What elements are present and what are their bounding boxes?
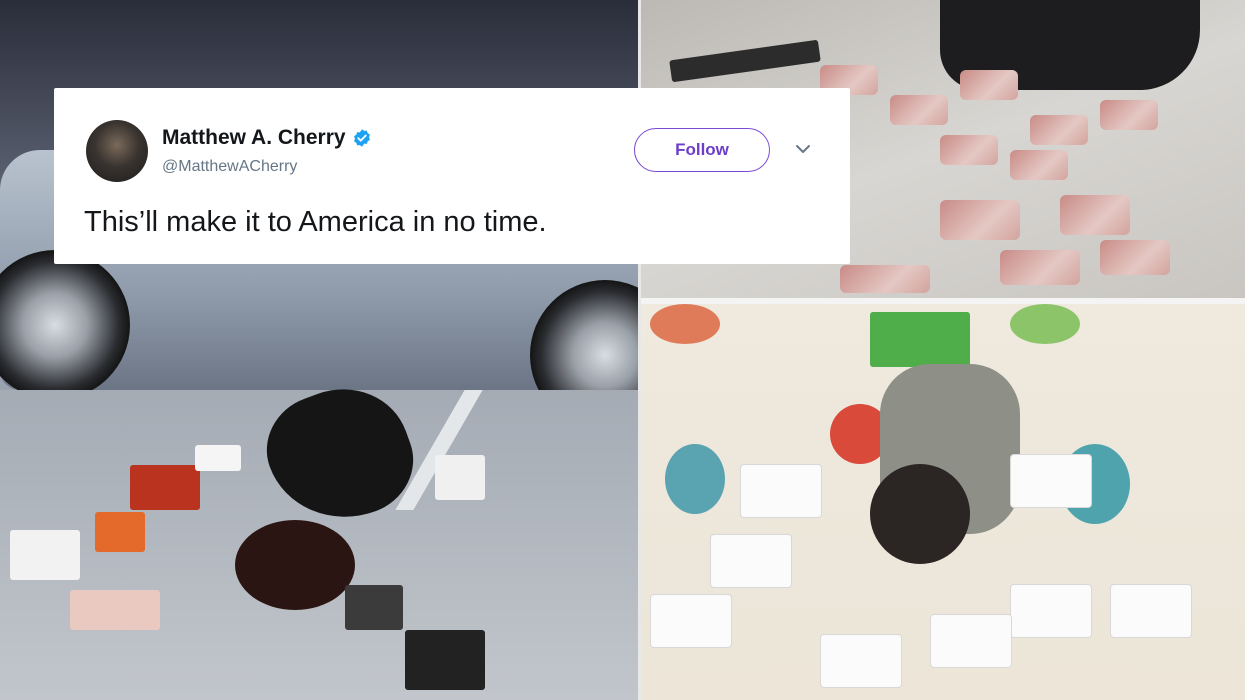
meat-cut: [960, 70, 1018, 100]
diaper: [1010, 584, 1092, 638]
baby-head: [870, 464, 970, 564]
mat-pattern: [650, 304, 720, 344]
small-white-box: [195, 445, 241, 471]
diaper: [1010, 454, 1092, 508]
orange-box: [95, 512, 145, 552]
diaper: [740, 464, 822, 518]
black-box: [405, 630, 485, 690]
diaper: [650, 594, 732, 648]
meat-cut: [1030, 115, 1088, 145]
follow-button[interactable]: Follow: [634, 128, 770, 172]
meat-cut: [840, 265, 930, 293]
user-handle[interactable]: @MatthewACherry: [162, 158, 297, 176]
diaper: [820, 634, 902, 688]
meat-cut: [1060, 195, 1130, 235]
photo-panel-baby: [640, 304, 1245, 700]
mat-pattern: [665, 444, 725, 514]
meat-cut: [1100, 100, 1158, 130]
verified-badge-icon: [353, 129, 370, 147]
meat-cut: [940, 200, 1020, 240]
tweet-card: Matthew A. Cherry @MatthewACherry Follow…: [54, 88, 850, 264]
diaper: [1110, 584, 1192, 638]
meat-cut: [1000, 250, 1080, 285]
meat-cut: [1010, 150, 1068, 180]
white-box-2: [435, 455, 485, 500]
diaper: [930, 614, 1012, 668]
white-box: [10, 530, 80, 580]
meat-cut: [940, 135, 998, 165]
toy: [870, 312, 970, 367]
meat-cut: [890, 95, 948, 125]
meat-cut: [1100, 240, 1170, 275]
chevron-down-icon[interactable]: [794, 142, 812, 156]
cash-pile: [70, 590, 160, 630]
mat-pattern: [1010, 304, 1080, 344]
handbag: [345, 585, 403, 630]
diaper: [710, 534, 792, 588]
dark-board: [669, 39, 821, 83]
display-name[interactable]: Matthew A. Cherry: [162, 126, 346, 150]
woman-hair: [235, 520, 355, 610]
tweet-text: This’ll make it to America in no time.: [84, 206, 547, 238]
red-box: [130, 465, 200, 510]
author-row: Matthew A. Cherry: [162, 126, 372, 150]
avatar[interactable]: [86, 120, 148, 182]
